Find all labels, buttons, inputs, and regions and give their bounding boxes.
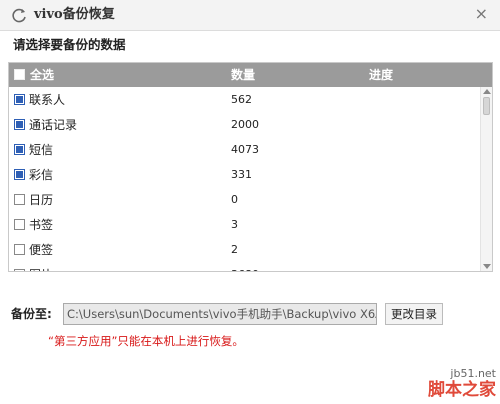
row-count: 0 <box>231 193 238 206</box>
table-row[interactable]: 日历 0 <box>9 187 480 212</box>
row-checkbox[interactable] <box>14 119 25 130</box>
refresh-icon <box>12 8 26 23</box>
row-checkbox[interactable] <box>14 269 25 271</box>
title-bar: vivo备份恢复 × <box>0 0 500 31</box>
window-title: vivo备份恢复 <box>34 7 115 22</box>
table-row[interactable]: 通话记录 2000 <box>9 112 480 137</box>
row-count: 2000 <box>231 118 259 131</box>
table-row[interactable]: 短信 4073 <box>9 137 480 162</box>
watermark-site: jb51.net <box>450 367 496 380</box>
row-label: 图片 <box>29 267 53 271</box>
close-icon[interactable]: × <box>475 5 488 23</box>
header-select-all[interactable]: 全选 <box>30 67 54 83</box>
header-count: 数量 <box>231 68 256 82</box>
scroll-up-arrow-icon[interactable] <box>483 89 491 94</box>
warning-message: “第三方应用”只能在本机上进行恢复。 <box>48 334 244 348</box>
scroll-down-arrow-icon[interactable] <box>483 264 491 269</box>
row-label: 通话记录 <box>29 118 78 132</box>
row-label: 联系人 <box>29 93 66 107</box>
watermark-brand: 脚本之家 <box>428 380 496 400</box>
table-row[interactable]: 联系人 562 <box>9 87 480 112</box>
row-label: 便签 <box>29 243 54 257</box>
backup-label: 备份至: <box>11 307 52 321</box>
row-checkbox[interactable] <box>14 219 25 230</box>
table-header: 全选 数量 进度 <box>9 63 492 87</box>
row-checkbox[interactable] <box>14 169 25 180</box>
row-count: 3 <box>231 218 238 231</box>
row-label: 日历 <box>29 193 54 207</box>
row-label: 彩信 <box>29 168 54 182</box>
row-label: 书签 <box>29 218 54 232</box>
watermark: jb51.net 脚本之家 <box>428 367 496 400</box>
row-checkbox[interactable] <box>14 194 25 205</box>
row-checkbox[interactable] <box>14 94 25 105</box>
change-directory-button[interactable]: 更改目录 <box>385 303 443 325</box>
row-count: 562 <box>231 93 252 106</box>
backup-path-row: 备份至: C:\Users\sun\Documents\vivo手机助手\Bac… <box>11 303 496 325</box>
row-count: 2 <box>231 243 238 256</box>
table-row[interactable]: 图片 3680 <box>9 262 480 271</box>
select-all-checkbox[interactable] <box>14 69 25 80</box>
data-table: 全选 数量 进度 联系人 562 通话记录 2000 短信 4073 彩信 33… <box>8 62 493 272</box>
vertical-scrollbar[interactable] <box>480 87 492 271</box>
row-label: 短信 <box>29 143 54 157</box>
table-row[interactable]: 便签 2 <box>9 237 480 262</box>
backup-path-field[interactable]: C:\Users\sun\Documents\vivo手机助手\Backup\v… <box>63 303 377 325</box>
row-checkbox[interactable] <box>14 144 25 155</box>
scrollbar-thumb[interactable] <box>483 97 490 115</box>
table-row[interactable]: 彩信 331 <box>9 162 480 187</box>
section-heading: 请选择要备份的数据 <box>13 37 126 52</box>
row-count: 4073 <box>231 143 259 156</box>
table-row[interactable]: 书签 3 <box>9 212 480 237</box>
header-progress: 进度 <box>369 68 394 82</box>
row-count: 3680 <box>231 267 259 271</box>
row-count: 331 <box>231 168 252 181</box>
row-checkbox[interactable] <box>14 244 25 255</box>
